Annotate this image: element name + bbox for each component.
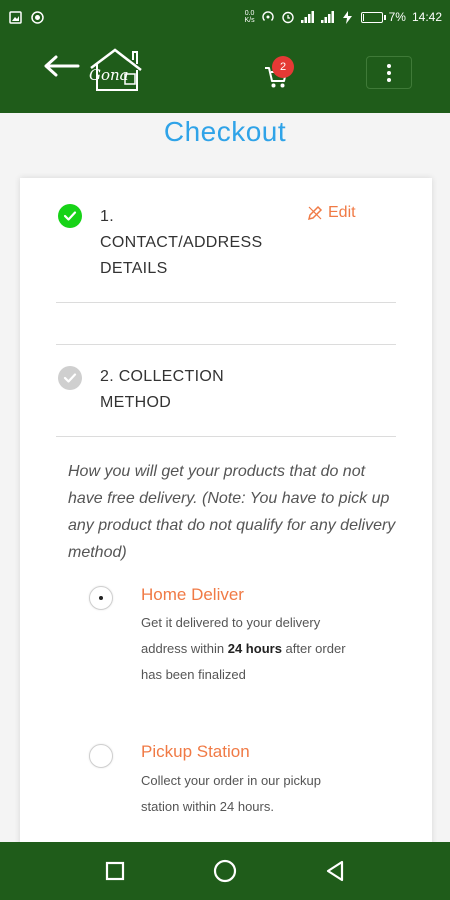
step1-title-line1: CONTACT/ADDRESS	[100, 234, 263, 251]
hotspot-icon	[261, 10, 275, 24]
net-speed: 0.0 K/s	[245, 10, 255, 24]
overflow-menu-button[interactable]	[366, 56, 412, 89]
step2-title-line1: 2. COLLECTION	[100, 368, 224, 385]
battery-level	[362, 13, 364, 21]
charging-icon	[341, 10, 355, 24]
divider	[56, 302, 396, 303]
back-button[interactable]	[323, 859, 347, 883]
home-delivery-title[interactable]: Home Deliver	[141, 585, 244, 605]
edit-contact-button[interactable]: Edit	[306, 204, 356, 222]
more-vertical-icon	[387, 63, 391, 82]
step2-label[interactable]: 2. COLLECTION METHOD	[100, 364, 300, 416]
step2-title-line2: METHOD	[100, 394, 172, 411]
battery-percent: 7%	[388, 10, 406, 24]
pickup-station-radio[interactable]	[89, 744, 113, 768]
battery-icon	[360, 11, 386, 23]
net-speed-unit: K/s	[244, 17, 255, 24]
step1-label[interactable]: 1. CONTACT/ADDRESS DETAILS	[100, 204, 300, 282]
app-logo[interactable]: Gona	[85, 48, 145, 92]
circle-icon	[213, 859, 237, 883]
collection-note: How you will get your products that do n…	[68, 463, 396, 561]
edit-pencil-icon	[307, 205, 323, 221]
checkout-card: 1. CONTACT/ADDRESS DETAILS Edit 2. COLLE…	[20, 178, 432, 858]
step1-number: 1.	[100, 208, 114, 225]
step2-status-icon	[58, 366, 82, 390]
square-icon	[105, 861, 125, 881]
net-speed-value: 0.0	[244, 10, 255, 17]
page-title: Checkout	[163, 116, 287, 147]
image-icon	[8, 10, 22, 24]
home-delivery-radio[interactable]	[89, 586, 113, 610]
divider	[56, 344, 396, 345]
alarm-icon	[281, 10, 295, 24]
back-arrow-icon[interactable]	[42, 54, 82, 84]
home-delivery-desc-bold: 24 hours	[227, 641, 282, 656]
logo-text: Gona	[89, 66, 129, 84]
signal-2-icon	[320, 10, 335, 24]
cart-count-badge: 2	[272, 56, 294, 78]
app-bar: Gona 2	[0, 34, 450, 113]
divider	[56, 436, 396, 437]
home-button[interactable]	[213, 859, 237, 883]
top-bar: 0.0 K/s 7% 14:42 Gona 2	[0, 0, 450, 113]
step1-title-line2: DETAILS	[100, 260, 168, 277]
record-icon	[30, 10, 44, 24]
pickup-station-title[interactable]: Pickup Station	[141, 742, 250, 762]
recents-button[interactable]	[103, 859, 127, 883]
home-delivery-description: Get it delivered to your delivery addres…	[141, 610, 351, 688]
signal-icon	[300, 10, 315, 24]
pickup-station-description: Collect your order in our pickup station…	[141, 773, 321, 814]
status-bar: 0.0 K/s 7% 14:42	[0, 0, 450, 34]
step1-complete-icon	[58, 204, 82, 228]
edit-label: Edit	[328, 204, 356, 221]
system-nav-bar	[0, 842, 450, 900]
triangle-back-icon	[326, 860, 344, 882]
clock: 14:42	[411, 10, 442, 24]
